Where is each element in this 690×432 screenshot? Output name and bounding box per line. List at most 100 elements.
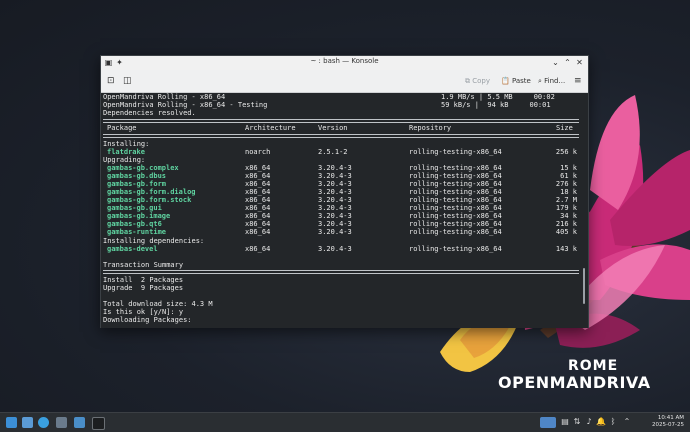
package-arch: x86_64 bbox=[245, 188, 271, 196]
search-icon: ⌕ bbox=[538, 77, 542, 85]
package-name: gambas-gb.dbus bbox=[107, 172, 167, 180]
package-repo: rolling-testing-x86_64 bbox=[409, 180, 502, 188]
repo-progress: 59 kB/s | 94 kB 00:01 bbox=[441, 101, 551, 109]
package-repo: rolling-testing-x86_64 bbox=[409, 148, 502, 156]
copy-label: Copy bbox=[472, 77, 490, 85]
bluetooth-icon[interactable]: ᛒ bbox=[608, 417, 618, 427]
konsole-task-icon[interactable] bbox=[92, 417, 105, 430]
close-button[interactable]: ✕ bbox=[575, 58, 584, 67]
package-arch: x86_64 bbox=[245, 196, 271, 204]
package-name: gambas-gb.form bbox=[107, 180, 167, 188]
header-architecture: Architecture bbox=[245, 124, 296, 132]
package-version: 3.20.4-3 bbox=[318, 172, 352, 180]
separator bbox=[103, 270, 579, 274]
notifications-icon[interactable]: 🔔 bbox=[596, 417, 606, 427]
package-size: 15 k bbox=[560, 164, 577, 172]
package-repo: rolling-testing-x86_64 bbox=[409, 164, 502, 172]
package-repo: rolling-testing-x86_64 bbox=[409, 245, 502, 253]
header-package: Package bbox=[107, 124, 137, 132]
package-version: 3.20.4-3 bbox=[318, 212, 352, 220]
package-repo: rolling-testing-x86_64 bbox=[409, 212, 502, 220]
konsole-window[interactable]: ▣ ✦ ~ : bash — Konsole ⌄ ⌃ ✕ ⊡ ◫ ⧉ Copy … bbox=[100, 55, 589, 328]
window-titlebar[interactable]: ▣ ✦ ~ : bash — Konsole ⌄ ⌃ ✕ bbox=[101, 56, 588, 70]
repo-progress: 1.9 MB/s | 5.5 MB 00:02 bbox=[441, 93, 555, 101]
package-arch: x86_64 bbox=[245, 245, 271, 253]
package-repo: rolling-testing-x86_64 bbox=[409, 228, 502, 236]
pager-icon[interactable] bbox=[540, 417, 556, 428]
package-size: 18 k bbox=[560, 188, 577, 196]
package-version: 3.20.4-3 bbox=[318, 180, 352, 188]
total-size-line: Total download size: 4.3 M bbox=[103, 300, 213, 308]
repo-name: OpenMandriva Rolling - x86_64 bbox=[103, 93, 226, 101]
package-row: gambas-gb.complex x86_64 3.20.4-3 rolling-t… bbox=[103, 164, 581, 172]
file-manager-icon[interactable] bbox=[22, 417, 33, 428]
downloading-line: Downloading Packages: bbox=[103, 316, 192, 324]
package-repo: rolling-testing-x86_64 bbox=[409, 196, 502, 204]
package-name: gambas-gb.form.dialog bbox=[107, 188, 196, 196]
package-size: 2.7 M bbox=[555, 196, 577, 204]
table-header: Package Architecture Version Repository … bbox=[103, 124, 581, 132]
package-repo: rolling-testing-x86_64 bbox=[409, 204, 502, 212]
new-tab-icon[interactable]: ⊡ bbox=[107, 75, 115, 87]
maximize-button[interactable]: ⌃ bbox=[563, 58, 572, 67]
clock[interactable]: 10:41 AM 2025-07-25 bbox=[652, 415, 684, 429]
package-size: 61 k bbox=[560, 172, 577, 180]
paste-label: Paste bbox=[511, 77, 531, 85]
taskbar: ▤ ⇅ ♪ 🔔 ᛒ ⌃ 10:41 AM 2025-07-25 bbox=[0, 412, 690, 432]
repo-progress-line: OpenMandriva Rolling - x86_64 - Testing … bbox=[103, 101, 581, 109]
minimize-button[interactable]: ⌄ bbox=[551, 58, 560, 67]
repo-progress-line: OpenMandriva Rolling - x86_64 1.9 MB/s |… bbox=[103, 93, 581, 101]
package-version: 3.20.4-3 bbox=[318, 204, 352, 212]
paste-button[interactable]: 📋 Paste bbox=[501, 75, 531, 87]
package-arch: x86_64 bbox=[245, 164, 271, 172]
package-row: gambas-gb.dbus x86_64 3.20.4-3 rolling-test… bbox=[103, 172, 581, 180]
volume-icon[interactable]: ♪ bbox=[584, 417, 594, 427]
package-size: 143 k bbox=[555, 245, 577, 253]
package-row: gambas-runtime x86_64 3.20.4-3 rolling-test… bbox=[103, 228, 581, 236]
network-icon[interactable]: ⇅ bbox=[572, 417, 582, 427]
terminal-scrollbar[interactable] bbox=[583, 268, 585, 304]
hamburger-menu-icon[interactable]: ≡ bbox=[574, 75, 582, 87]
package-row: gambas-gb.form.dialog x86_64 3.20.4-3 rolli… bbox=[103, 188, 581, 196]
separator bbox=[103, 119, 579, 123]
repo-name: OpenMandriva Rolling - x86_64 - Testing bbox=[103, 101, 268, 109]
package-version: 3.20.4-3 bbox=[318, 164, 352, 172]
terminal-output[interactable]: OpenMandriva Rolling - x86_64 1.9 MB/s |… bbox=[101, 93, 588, 328]
package-name: gambas-gb.complex bbox=[107, 164, 179, 172]
app-launcher-icon[interactable] bbox=[6, 417, 17, 428]
package-version: 3.20.4-3 bbox=[318, 245, 352, 253]
package-row: flatdrake noarch 2.5.1-2 rolling-testing-x8… bbox=[103, 148, 581, 156]
package-row: gambas-gb.gui x86_64 3.20.4-3 rolling-testi… bbox=[103, 204, 581, 212]
brand-edition: ROME bbox=[568, 358, 619, 374]
package-version: 2.5.1-2 bbox=[318, 148, 348, 156]
package-name: gambas-gb.image bbox=[107, 212, 171, 220]
copy-icon: ⧉ bbox=[465, 77, 470, 85]
installing-deps-label: Installing dependencies: bbox=[103, 237, 205, 245]
package-name: gambas-gb.qt6 bbox=[107, 220, 162, 228]
find-label: Find... bbox=[544, 77, 566, 85]
brand-name: OPENMANDRIVA bbox=[498, 373, 651, 392]
package-row: gambas-gb.form.stock x86_64 3.20.4-3 rollin… bbox=[103, 196, 581, 204]
package-version: 3.20.4-3 bbox=[318, 228, 352, 236]
settings-icon[interactable] bbox=[56, 417, 67, 428]
split-view-icon[interactable]: ◫ bbox=[123, 75, 132, 87]
package-version: 3.20.4-3 bbox=[318, 196, 352, 204]
header-repository: Repository bbox=[409, 124, 452, 132]
find-button[interactable]: ⌕ Find... bbox=[538, 75, 565, 87]
browser-icon[interactable] bbox=[38, 417, 49, 428]
clipboard-icon[interactable]: ▤ bbox=[560, 417, 570, 427]
konsole-toolbar: ⊡ ◫ ⧉ Copy 📋 Paste ⌕ Find... ≡ bbox=[101, 70, 588, 93]
copy-button[interactable]: ⧉ Copy bbox=[465, 75, 490, 87]
package-size: 216 k bbox=[555, 220, 577, 228]
package-arch: x86_64 bbox=[245, 228, 271, 236]
paste-icon: 📋 bbox=[501, 77, 510, 85]
show-hidden-icon[interactable]: ⌃ bbox=[622, 417, 632, 427]
package-version: 3.20.4-3 bbox=[318, 220, 352, 228]
package-arch: x86_64 bbox=[245, 180, 271, 188]
folder-icon[interactable] bbox=[74, 417, 85, 428]
package-name: flatdrake bbox=[107, 148, 145, 156]
package-row: gambas-devel x86_64 3.20.4-3 rolling-testin… bbox=[103, 245, 581, 253]
package-name: gambas-gb.form.stock bbox=[107, 196, 192, 204]
clock-date: 2025-07-25 bbox=[652, 422, 684, 428]
clock-time: 10:41 AM bbox=[657, 415, 684, 421]
